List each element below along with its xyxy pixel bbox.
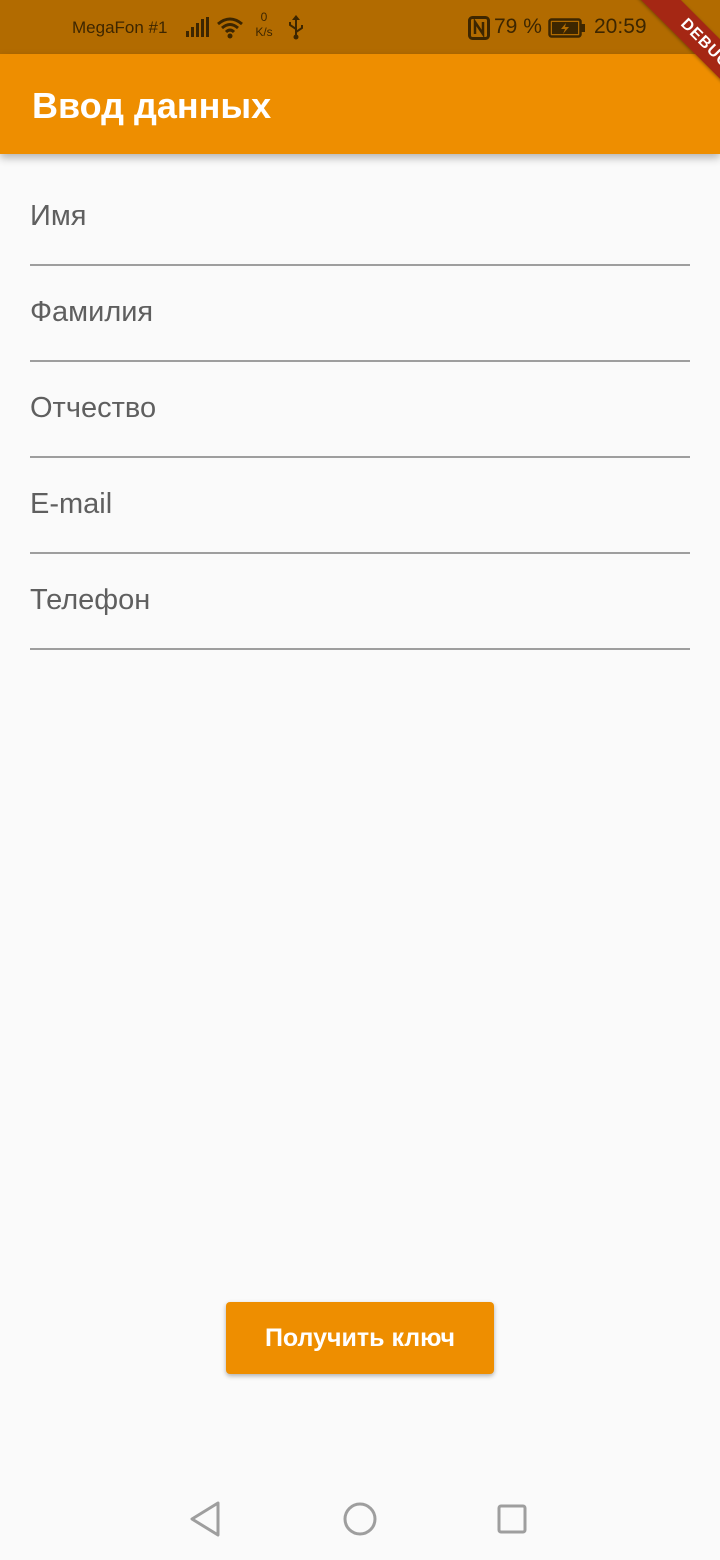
nfc-icon bbox=[468, 16, 490, 45]
battery-charging-icon bbox=[548, 18, 586, 43]
first-name-field[interactable]: Имя bbox=[30, 170, 690, 266]
usb-icon bbox=[287, 14, 305, 45]
recents-square-icon[interactable] bbox=[492, 1499, 532, 1539]
network-speed: 0 K/s bbox=[252, 10, 276, 40]
data-entry-form: Имя Фамилия Отчество E-mail Телефон bbox=[30, 170, 690, 650]
clock: 20:59 bbox=[594, 15, 647, 38]
status-bar: MegaFon #1 0 K/s 79 % 20:59 bbox=[0, 0, 720, 54]
email-field[interactable]: E-mail bbox=[30, 458, 690, 554]
email-input[interactable] bbox=[30, 458, 690, 552]
patronymic-input[interactable] bbox=[30, 362, 690, 456]
page-title: Ввод данных bbox=[32, 85, 272, 126]
signal-icon bbox=[186, 17, 210, 42]
system-nav-bar bbox=[0, 1476, 720, 1560]
phone-field[interactable]: Телефон bbox=[30, 554, 690, 650]
carrier-name: MegaFon #1 bbox=[72, 18, 168, 37]
phone-input[interactable] bbox=[30, 554, 690, 648]
speed-unit: K/s bbox=[255, 25, 273, 39]
battery-percentage: 79 % bbox=[494, 15, 542, 38]
home-circle-icon[interactable] bbox=[340, 1499, 380, 1539]
last-name-field[interactable]: Фамилия bbox=[30, 266, 690, 362]
app-bar: Ввод данных bbox=[0, 54, 720, 154]
get-key-button[interactable]: Получить ключ bbox=[226, 1302, 494, 1374]
back-triangle-icon[interactable] bbox=[186, 1499, 226, 1539]
patronymic-field[interactable]: Отчество bbox=[30, 362, 690, 458]
speed-value: 0 bbox=[260, 10, 268, 24]
wifi-icon bbox=[216, 15, 244, 44]
last-name-input[interactable] bbox=[30, 266, 690, 360]
first-name-input[interactable] bbox=[30, 170, 690, 264]
